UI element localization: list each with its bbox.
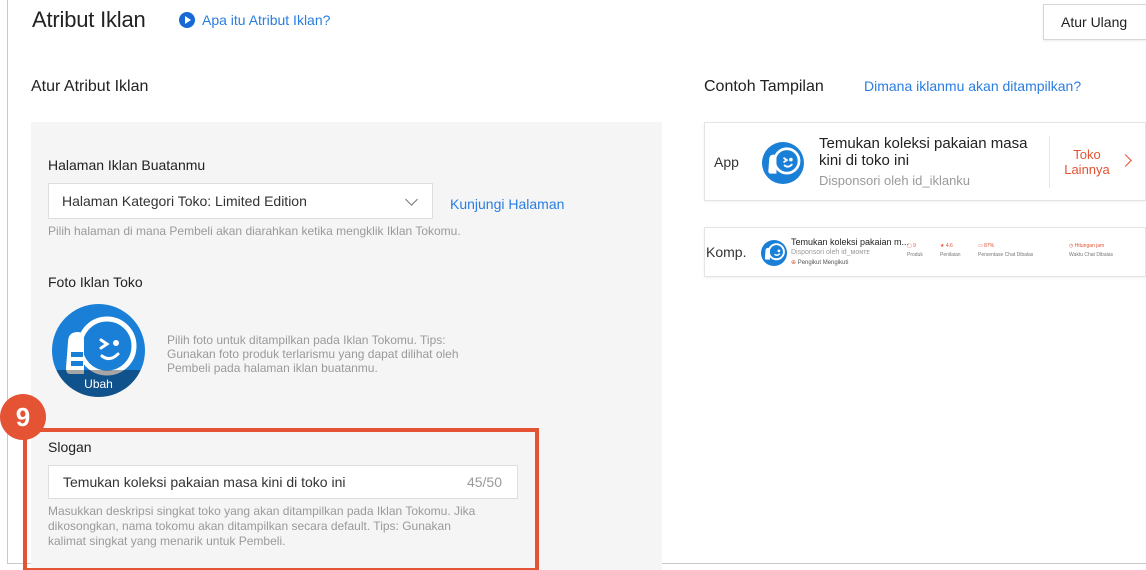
photo-hint-1: Pilih foto untuk ditampilkan pada Iklan … bbox=[167, 333, 446, 347]
stat-chat-rate-value: 87% bbox=[984, 243, 995, 249]
reset-button[interactable]: Atur Ulang bbox=[1043, 4, 1146, 40]
desktop-preview-sponsor: Disponsori oleh id_ᴍᴏɴᴛᴇ bbox=[791, 249, 870, 256]
preview-section-title: Contoh Tampilan bbox=[704, 78, 824, 95]
desktop-preview-label: Komp. bbox=[706, 244, 747, 260]
smiley-shop-icon bbox=[764, 243, 785, 261]
app-preview-slogan-line-1: Temukan koleksi pakaian masa bbox=[819, 135, 1028, 152]
photo-hint-2: Gunakan foto produk terlarismu yang dapa… bbox=[167, 347, 459, 361]
app-preview-slogan: Temukan koleksi pakaian masa kini di tok… bbox=[819, 135, 1049, 169]
stat-products: ▢ 9 Produk bbox=[907, 243, 923, 258]
shop-avatar bbox=[762, 142, 804, 184]
stat-chat-time-value: Hitungan jam bbox=[1074, 243, 1105, 249]
follow-status: ⊕ Pengikut Mengikuti bbox=[791, 260, 849, 266]
landing-page-hint: Pilih halaman di mana Pembeli akan diara… bbox=[48, 224, 461, 238]
slogan-hint-2: dikosongkan, nama tokomu akan ditampilka… bbox=[48, 519, 451, 533]
slogan-label: Slogan bbox=[48, 439, 92, 455]
landing-page-selected: Halaman Kategori Toko: Limited Edition bbox=[62, 193, 307, 209]
where-ad-shown-link[interactable]: Dimana iklanmu akan ditampilkan? bbox=[864, 78, 1081, 94]
more-shops-line-2: Lainnya bbox=[1064, 162, 1110, 177]
change-photo-label[interactable]: Ubah bbox=[52, 377, 145, 391]
chevron-right-icon bbox=[1119, 154, 1132, 167]
more-shops-line-1: Toko bbox=[1073, 147, 1101, 162]
app-preview-label: App bbox=[714, 154, 739, 170]
app-preview-sponsor: Disponsori oleh id_iklanku bbox=[819, 173, 971, 188]
shop-avatar bbox=[761, 240, 787, 266]
stat-chat-rate: ▭ 87% Persentase Chat Dibalas bbox=[978, 243, 1034, 258]
app-preview-card: App Temukan koleksi pakaian masa kini di… bbox=[704, 122, 1146, 201]
stat-rating-label: Penilaian bbox=[940, 252, 961, 258]
slogan-hint-1: Masukkan deskripsi singkat toko yang aka… bbox=[48, 504, 476, 518]
stat-products-value: 9 bbox=[913, 243, 916, 249]
desktop-preview-card: Komp. Temukan koleksi pakaian m... Dispo… bbox=[704, 227, 1146, 277]
slogan-char-counter: 45/50 bbox=[466, 474, 502, 490]
page-title: Atribut Iklan bbox=[32, 7, 146, 32]
slogan-hint-3: kalimat singkat yang menarik untuk Pembe… bbox=[48, 534, 286, 548]
stat-chat-time: ◷ Hitungan jam Waktu Chat Dibalas bbox=[1069, 243, 1113, 258]
chevron-down-icon bbox=[405, 193, 418, 206]
form-section-title: Atur Atribut Iklan bbox=[31, 78, 149, 95]
slogan-input-value: Temukan koleksi pakaian masa kini di tok… bbox=[63, 474, 346, 490]
stat-rating-value: 4.6 bbox=[945, 243, 953, 249]
visit-page-link[interactable]: Kunjungi Halaman bbox=[450, 196, 564, 212]
desktop-preview-slogan: Temukan koleksi pakaian m... bbox=[791, 237, 910, 247]
landing-page-dropdown[interactable]: Halaman Kategori Toko: Limited Edition bbox=[48, 183, 433, 219]
step-number-badge: 9 bbox=[0, 394, 46, 440]
divider bbox=[1049, 136, 1050, 188]
stat-chat-rate-label: Persentase Chat Dibalas bbox=[978, 252, 1034, 258]
follow-status-label: Pengikut Mengikuti bbox=[797, 260, 849, 266]
play-icon bbox=[179, 12, 195, 28]
stat-chat-time-label: Waktu Chat Dibalas bbox=[1069, 252, 1113, 258]
photo-hint-3: Pembeli pada halaman iklan buatanmu. bbox=[167, 361, 378, 375]
photo-label: Foto Iklan Toko bbox=[48, 274, 143, 290]
app-preview-slogan-line-2: kini di toko ini bbox=[819, 152, 910, 169]
help-link[interactable]: Apa itu Atribut Iklan? bbox=[179, 12, 330, 28]
landing-page-label: Halaman Iklan Buatanmu bbox=[48, 157, 206, 173]
slogan-input[interactable]: Temukan koleksi pakaian masa kini di tok… bbox=[48, 465, 518, 499]
smiley-shop-icon bbox=[768, 147, 801, 175]
shop-photo-upload[interactable]: Ubah bbox=[52, 304, 145, 397]
help-link-label: Apa itu Atribut Iklan? bbox=[202, 12, 331, 28]
stat-products-label: Produk bbox=[907, 252, 923, 258]
more-shops-link[interactable]: Toko Lainnya bbox=[1061, 147, 1113, 177]
stat-rating: ★ 4.6 Penilaian bbox=[940, 243, 961, 258]
